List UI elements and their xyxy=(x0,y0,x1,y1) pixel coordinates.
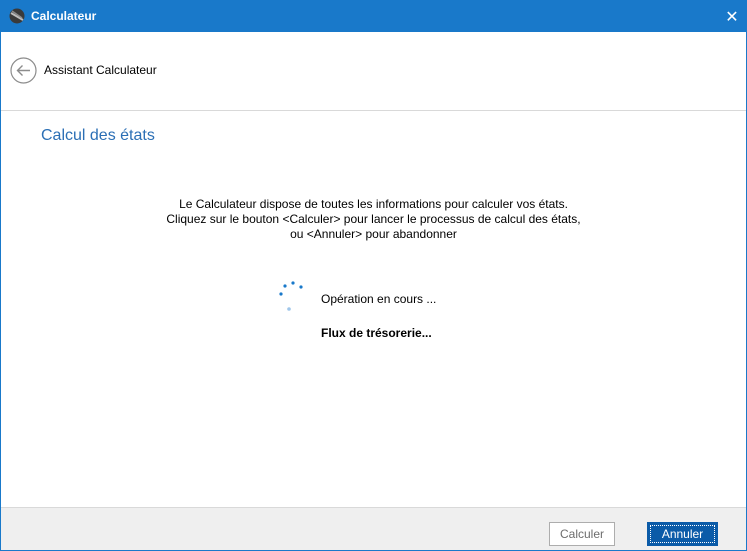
status-text: Opération en cours ... xyxy=(321,292,437,306)
calculate-button[interactable]: Calculer xyxy=(549,522,615,546)
page-heading: Calcul des états xyxy=(41,127,155,144)
description: Le Calculateur dispose de toutes les inf… xyxy=(1,197,746,242)
app-logo-icon xyxy=(9,8,25,24)
wizard-content: Calcul des états Le Calculateur dispose … xyxy=(1,111,746,507)
description-line-1: Le Calculateur dispose de toutes les inf… xyxy=(179,197,568,211)
loading-spinner-icon xyxy=(279,281,303,311)
description-line-3: ou <Annuler> pour abandonner xyxy=(290,227,457,241)
calculator-window: Calculateur ✕ Assistant Calculateur Calc… xyxy=(0,0,747,551)
current-step-text: Flux de trésorerie... xyxy=(321,326,432,340)
description-line-2: Cliquez sur le bouton <Calculer> pour la… xyxy=(166,212,581,226)
close-button[interactable]: ✕ xyxy=(718,1,746,32)
close-icon: ✕ xyxy=(725,8,739,26)
back-arrow-icon[interactable] xyxy=(10,57,37,84)
cancel-button[interactable]: Annuler xyxy=(647,522,718,546)
window-title: Calculateur xyxy=(31,9,97,23)
wizard-title: Assistant Calculateur xyxy=(44,63,157,77)
footer-bar: Calculer Annuler xyxy=(1,507,746,550)
title-bar[interactable]: Calculateur ✕ xyxy=(1,1,746,32)
